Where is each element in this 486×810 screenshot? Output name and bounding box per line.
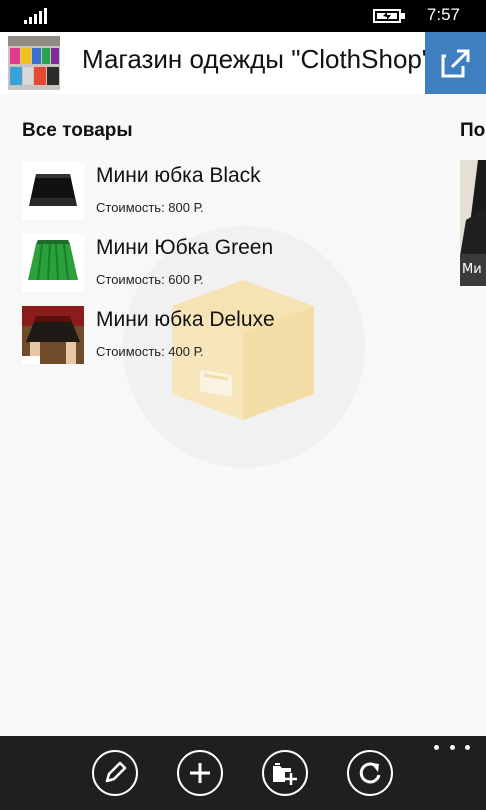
product-price: Стоимость: 600 Р. <box>96 272 204 287</box>
add-icon <box>190 763 210 783</box>
app-title: Магазин одежды "ClothShop" <box>82 44 432 74</box>
product-name: Мини юбка Black <box>96 164 261 187</box>
open-external-button[interactable] <box>425 32 486 94</box>
more-icon <box>434 744 439 750</box>
next-section-title[interactable]: По <box>460 120 485 142</box>
product-name: Мини Юбка Green <box>96 236 274 259</box>
open-external-icon <box>441 49 470 78</box>
signal-strength-icon <box>24 8 47 24</box>
product-image <box>22 162 84 220</box>
product-item[interactable]: Мини юбка Deluxe Стоимость: 400 Р. <box>22 302 442 364</box>
add-folder-icon <box>273 763 297 785</box>
add-button[interactable] <box>177 750 223 796</box>
clock: 7:57 <box>426 5 460 24</box>
refresh-button[interactable] <box>347 750 393 796</box>
app-bar <box>0 736 486 810</box>
next-section-item-image[interactable]: Ми <box>460 160 486 286</box>
status-bar: 7:57 <box>0 0 486 32</box>
refresh-icon <box>359 762 381 784</box>
product-item[interactable]: Мини юбка Black Стоимость: 800 Р. <box>22 158 442 220</box>
more-options-button[interactable] <box>434 740 470 754</box>
all-products-title: Все товары <box>22 120 133 141</box>
store-logo-image <box>8 36 60 90</box>
title-bar: Магазин одежды "ClothShop" <box>0 32 486 94</box>
edit-icon <box>105 761 127 783</box>
product-image <box>22 306 84 364</box>
battery-charging-icon <box>373 9 405 23</box>
edit-button[interactable] <box>92 750 138 796</box>
add-folder-button[interactable] <box>262 750 308 796</box>
product-price: Стоимость: 400 Р. <box>96 344 204 359</box>
product-image <box>22 234 84 292</box>
next-section-item-label: Ми <box>460 254 486 286</box>
product-price: Стоимость: 800 Р. <box>96 200 204 215</box>
product-name: Мини юбка Deluxe <box>96 308 275 331</box>
product-item[interactable]: Мини Юбка Green Стоимость: 600 Р. <box>22 230 442 292</box>
